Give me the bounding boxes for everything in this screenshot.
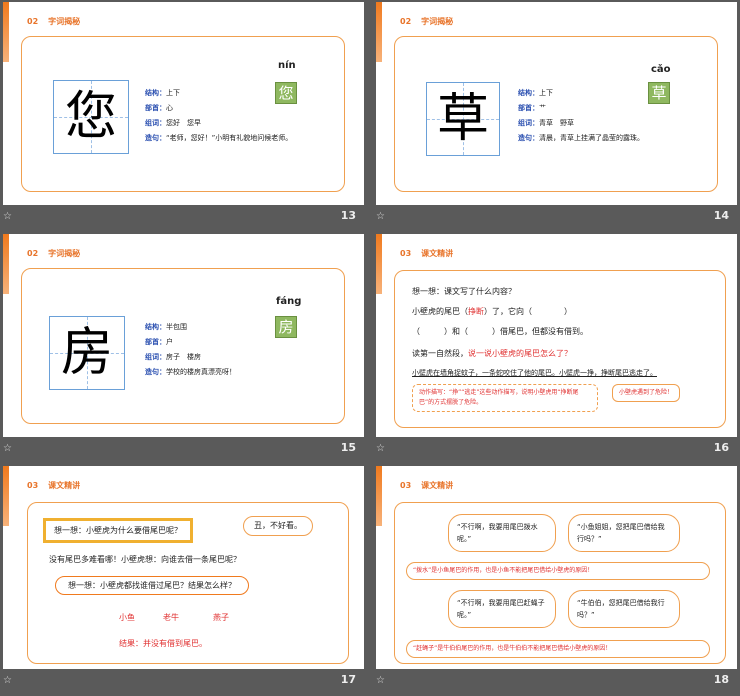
slide-canvas: 02 字词揭秘 房 fáng 房 结构：半包围 部首：户 组词：房子 楼房 造句：… <box>3 234 364 437</box>
result: 结果：并没有借到尾巴。 <box>119 639 207 648</box>
star-icon[interactable]: ☆ <box>3 443 12 454</box>
slide-canvas: 03 课文精讲 想一想：课文写了什么内容？ 小壁虎的尾巴（挣断）了，它向（ ） （… <box>376 234 737 437</box>
speech-bubble-gecko-2: “牛伯伯，您把尾巴借给我行吗？” <box>568 590 680 628</box>
star-icon[interactable]: ☆ <box>376 211 385 222</box>
answer-1: 小鱼 <box>119 613 135 622</box>
slide-canvas: 02 字词揭秘 您 nín 您 结构：上下 部首：心 组词：您好 您早 造句：“老… <box>3 2 364 205</box>
question-1: 想一想：小壁虎为什么要借尾巴呢？ <box>43 518 193 543</box>
pinyin: cǎo <box>651 64 671 75</box>
slide-number: 15 <box>340 441 356 454</box>
slide-canvas: 02 字词揭秘 草 cǎo 草 结构：上下 部首：艹 组词：青草 野草 造句：清晨… <box>376 2 737 205</box>
fill-blank-line-1: 小壁虎的尾巴（挣断）了，它向（ ） <box>412 307 572 316</box>
slide-footer: ☆ 18 <box>373 671 737 693</box>
star-icon[interactable]: ☆ <box>3 211 12 222</box>
slide-thumb-15[interactable]: 02 字词揭秘 房 fáng 房 结构：半包围 部首：户 组词：房子 楼房 造句：… <box>0 232 370 464</box>
section-title: 02 字词揭秘 <box>400 17 454 26</box>
section-title: 03 课文精讲 <box>400 249 454 258</box>
section-title: 02 字词揭秘 <box>27 249 81 258</box>
text-line: 没有尾巴多难看哪！小壁虎想：向谁去借一条尾巴呢？ <box>49 555 241 564</box>
slide-footer: ☆ 16 <box>373 439 737 461</box>
slide-thumb-17[interactable]: 03 课文精讲 想一想：小壁虎为什么要借尾巴呢？ 丑，不好看。 没有尾巴多难看哪！… <box>0 464 370 696</box>
big-character: 您 <box>64 87 117 147</box>
section-title: 03 课文精讲 <box>400 481 454 490</box>
slide-footer: ☆ 15 <box>0 439 364 461</box>
thought-bubble: 丑，不好看。 <box>243 516 313 536</box>
speech-bubble-gecko: “小鱼姐姐，您把尾巴借给我行吗？” <box>568 514 680 552</box>
slide-footer: ☆ 17 <box>0 671 364 693</box>
slide-thumb-14[interactable]: 02 字词揭秘 草 cǎo 草 结构：上下 部首：艹 组词：青草 野草 造句：清晨… <box>373 0 740 232</box>
speech-bubble-ox: “不行啊，我要用尾巴赶蝇子呢。” <box>448 590 556 628</box>
star-icon[interactable]: ☆ <box>376 675 385 686</box>
slide-number: 14 <box>713 209 729 222</box>
star-icon[interactable]: ☆ <box>376 443 385 454</box>
big-character: 草 <box>436 89 489 149</box>
slide-canvas: 03 课文精讲 “不行啊，我要用尾巴拨水呢。” “小鱼姐姐，您把尾巴借给我行吗？”… <box>376 466 737 669</box>
slide-thumb-16[interactable]: 03 课文精讲 想一想：课文写了什么内容？ 小壁虎的尾巴（挣断）了，它向（ ） （… <box>373 232 740 464</box>
slide-number: 16 <box>713 441 729 454</box>
question-1: 想一想：课文写了什么内容？ <box>412 287 516 296</box>
paragraph-1: 小壁虎在墙角捉蚊子，一条蛇咬住了他的尾巴。小壁虎一挣，挣断尾巴逃走了。 <box>412 369 657 377</box>
pinyin: nín <box>278 60 296 71</box>
slide-footer: ☆ 14 <box>373 207 737 229</box>
corner-decoration <box>376 466 382 526</box>
slide-thumb-18[interactable]: 03 课文精讲 “不行啊，我要用尾巴拨水呢。” “小鱼姐姐，您把尾巴借给我行吗？”… <box>373 464 740 696</box>
char-info: 结构：半包围 部首：户 组词：房子 楼房 造句：学校的楼房真漂亮呀！ <box>145 323 236 376</box>
annotation-note-2: “赶蝇子”是牛伯伯尾巴的作用，也是牛伯伯不能把尾巴借给小壁虎的原因！ <box>406 640 710 658</box>
char-grid: 草 <box>426 82 500 156</box>
section-title: 03 课文精讲 <box>27 481 81 490</box>
answer-2: 老牛 <box>163 613 179 622</box>
annotation-danger: 小壁虎遇到了危险！ <box>612 384 681 402</box>
question-2: 读第一自然段，说一说小壁虎的尾巴怎么了？ <box>412 349 572 358</box>
char-stroke-animation[interactable]: 草 <box>648 82 670 104</box>
star-icon[interactable]: ☆ <box>3 675 12 686</box>
question-2: 想一想：小壁虎都找谁借过尾巴？结果怎么样？ <box>55 576 249 595</box>
corner-decoration <box>3 466 9 526</box>
char-info: 结构：上下 部首：艹 组词：青草 野草 造句：清晨，青草上挂满了晶莹的露珠。 <box>518 89 644 142</box>
slide-canvas: 03 课文精讲 想一想：小壁虎为什么要借尾巴呢？ 丑，不好看。 没有尾巴多难看哪！… <box>3 466 364 669</box>
slide-thumb-13[interactable]: 02 字词揭秘 您 nín 您 结构：上下 部首：心 组词：您好 您早 造句：“老… <box>0 0 370 232</box>
section-title: 02 字词揭秘 <box>27 17 81 26</box>
char-grid: 房 <box>49 316 125 390</box>
annotation-note: 动作描写：“挣”“逃走”这些动作描写，说明小壁虎用“挣断尾巴”的方式摆脱了危险。 <box>412 384 598 412</box>
slide-footer: ☆ 13 <box>0 207 364 229</box>
corner-decoration <box>3 234 9 294</box>
slide-number: 17 <box>340 673 356 686</box>
answer-3: 燕子 <box>213 613 229 622</box>
fill-blank-line-2: （ ）和（ ）借尾巴，但都没有借到。 <box>412 327 588 336</box>
big-character: 房 <box>60 323 113 383</box>
speech-bubble-fish: “不行啊，我要用尾巴拨水呢。” <box>448 514 556 552</box>
char-stroke-animation[interactable]: 房 <box>275 316 297 338</box>
pinyin: fáng <box>276 296 302 307</box>
corner-decoration <box>3 2 9 62</box>
annotation-note-1: “拨水”是小鱼尾巴的作用，也是小鱼不能把尾巴借给小壁虎的原因！ <box>406 562 710 580</box>
slide-number: 18 <box>713 673 729 686</box>
char-info: 结构：上下 部首：心 组词：您好 您早 造句：“老师，您好！”小明有礼貌地问候老… <box>145 89 293 142</box>
slide-number: 13 <box>340 209 356 222</box>
char-grid: 您 <box>53 80 129 154</box>
corner-decoration <box>376 2 382 62</box>
corner-decoration <box>376 234 382 294</box>
